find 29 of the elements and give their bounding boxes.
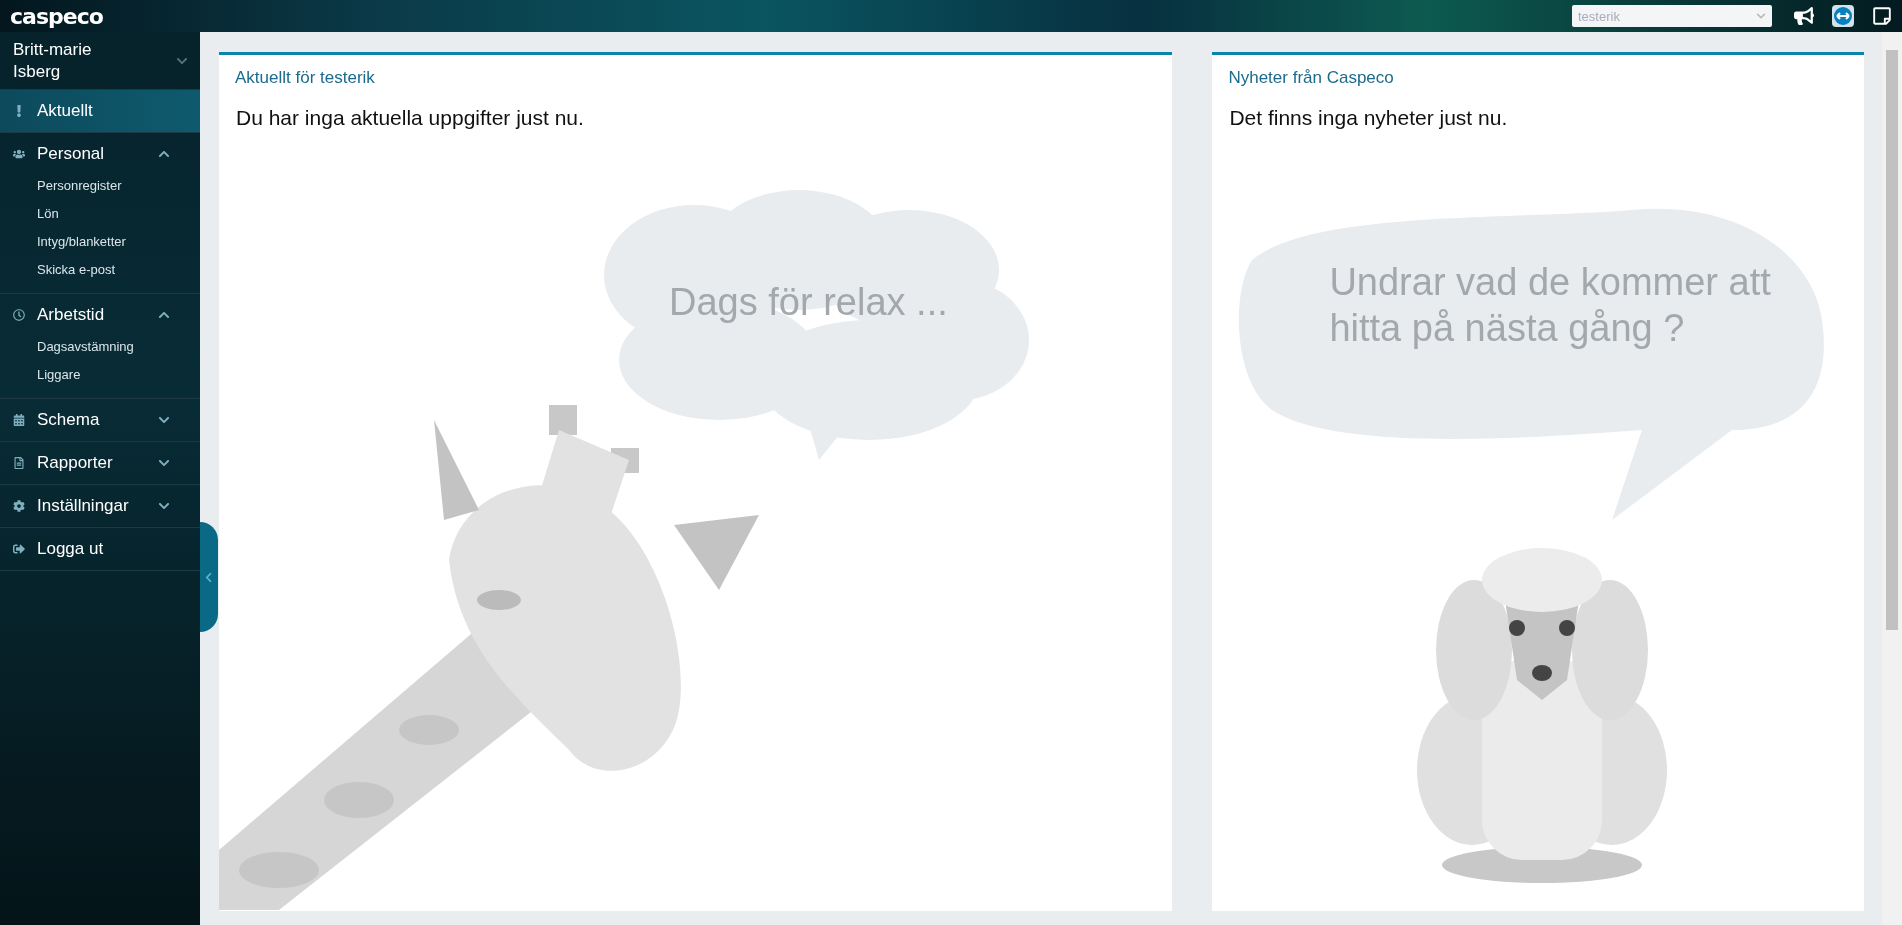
bubble-text: Undrar vad de kommer att hitta på nästa gång ? [1329, 260, 1772, 351]
logout-icon [13, 543, 25, 555]
panel-message: Du har inga aktuella uppgifter just nu. [235, 105, 585, 130]
panel-title: Aktuellt för testerik [234, 67, 376, 88]
collapse-tab[interactable] [200, 522, 218, 632]
nav-subitem[interactable]: Skicka e-post [0, 255, 200, 283]
nav-subitem[interactable]: Intyg/blanketter [0, 227, 200, 255]
bubble-text: Dags för relax ... [669, 280, 949, 325]
nav-item[interactable]: Aktuellt [0, 90, 200, 132]
calendar-icon [13, 414, 25, 426]
nav-subitem[interactable]: Lön [0, 199, 200, 227]
megaphone-icon[interactable] [1794, 6, 1814, 26]
nav-item[interactable]: Logga ut [0, 528, 200, 570]
users-icon [13, 148, 25, 160]
panel-message: Det finns inga nyheter just nu. [1228, 105, 1509, 130]
note-icon[interactable] [1872, 6, 1892, 26]
nav-group[interactable]: Schema [0, 399, 200, 441]
scrollbar[interactable] [1882, 32, 1902, 925]
chevron-left-icon [203, 571, 214, 583]
nav-subitem[interactable]: Liggare [0, 360, 200, 388]
logo: caspeco [10, 3, 103, 29]
document-icon [13, 457, 25, 469]
nav-group[interactable]: Rapporter [0, 442, 200, 484]
nav-group[interactable]: Inställningar [0, 485, 200, 527]
clock-icon [13, 309, 25, 321]
remote-support-icon[interactable] [1832, 5, 1854, 27]
gear-icon [13, 500, 25, 512]
panel-title: Nyheter från Caspeco [1227, 67, 1395, 88]
caret-icon [1756, 11, 1766, 21]
